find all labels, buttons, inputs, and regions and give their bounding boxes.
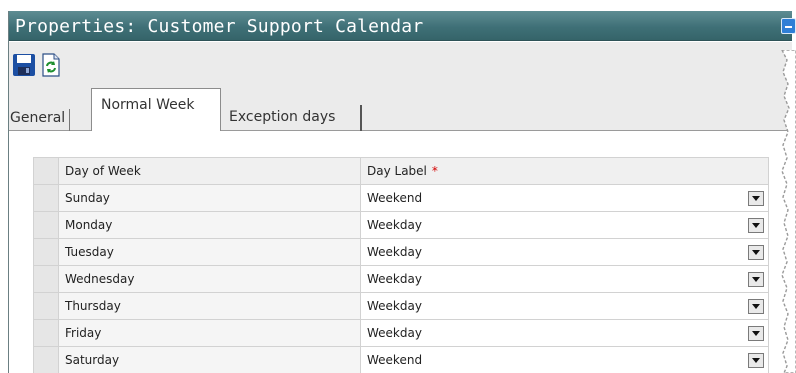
save-button[interactable] bbox=[11, 52, 37, 78]
day-label-select[interactable]: Weekday bbox=[360, 319, 769, 347]
tab-strip: General Normal Week Exception days bbox=[6, 81, 792, 132]
toolbar bbox=[9, 42, 792, 81]
table-row: Monday Weekday bbox=[33, 211, 769, 239]
column-header-day-of-week: Day of Week bbox=[58, 157, 361, 185]
dropdown-arrow-icon[interactable] bbox=[748, 325, 764, 341]
day-label-value: Weekend bbox=[367, 353, 423, 367]
day-label-value: Weekend bbox=[367, 191, 423, 205]
dropdown-arrow-icon[interactable] bbox=[748, 244, 764, 260]
dropdown-arrow-icon[interactable] bbox=[748, 217, 764, 233]
day-label-select[interactable]: Weekday bbox=[360, 292, 769, 320]
day-label-select[interactable]: Weekday bbox=[360, 211, 769, 239]
properties-window: Properties: Customer Support Calendar Ge… bbox=[6, 11, 796, 373]
table-row: Wednesday Weekday bbox=[33, 265, 769, 293]
row-selector[interactable] bbox=[33, 346, 59, 373]
floppy-disk-icon bbox=[13, 54, 35, 76]
day-label-value: Weekday bbox=[367, 299, 422, 313]
row-selector[interactable] bbox=[33, 265, 59, 293]
day-cell: Friday bbox=[58, 319, 361, 347]
day-label-select[interactable]: Weekend bbox=[360, 184, 769, 212]
day-label-value: Weekday bbox=[367, 326, 422, 340]
day-cell: Thursday bbox=[58, 292, 361, 320]
tab-exception-days[interactable]: Exception days bbox=[223, 105, 362, 131]
row-selector[interactable] bbox=[33, 319, 59, 347]
table-row: Saturday Weekend bbox=[33, 346, 769, 373]
row-selector[interactable] bbox=[33, 211, 59, 239]
column-header-day-label: Day Label * bbox=[360, 157, 769, 185]
day-cell: Wednesday bbox=[58, 265, 361, 293]
day-cell: Tuesday bbox=[58, 238, 361, 266]
refresh-button[interactable] bbox=[38, 52, 64, 78]
day-cell: Monday bbox=[58, 211, 361, 239]
day-label-table: Day of Week Day Label * Sunday Weekend Mo… bbox=[33, 157, 769, 373]
row-selector[interactable] bbox=[33, 238, 59, 266]
minimize-icon[interactable] bbox=[781, 18, 796, 34]
day-label-value: Weekday bbox=[367, 218, 422, 232]
row-selector[interactable] bbox=[33, 184, 59, 212]
day-label-select[interactable]: Weekend bbox=[360, 346, 769, 373]
table-row: Tuesday Weekday bbox=[33, 238, 769, 266]
dropdown-arrow-icon[interactable] bbox=[748, 352, 764, 368]
refresh-icon bbox=[42, 53, 60, 77]
table-row: Thursday Weekday bbox=[33, 292, 769, 320]
required-marker: * bbox=[431, 164, 438, 178]
dropdown-arrow-icon[interactable] bbox=[748, 271, 764, 287]
table-header-row: Day of Week Day Label * bbox=[33, 157, 769, 185]
title-bar: Properties: Customer Support Calendar bbox=[9, 11, 796, 41]
day-label-value: Weekday bbox=[367, 272, 422, 286]
day-cell: Sunday bbox=[58, 184, 361, 212]
tab-normal-week[interactable]: Normal Week bbox=[91, 88, 221, 132]
normal-week-panel: Day of Week Day Label * Sunday Weekend Mo… bbox=[9, 131, 792, 373]
day-label-select[interactable]: Weekday bbox=[360, 265, 769, 293]
table-row: Friday Weekday bbox=[33, 319, 769, 347]
torn-edge bbox=[781, 50, 796, 373]
dropdown-arrow-icon[interactable] bbox=[748, 190, 764, 206]
dropdown-arrow-icon[interactable] bbox=[748, 298, 764, 314]
table-row: Sunday Weekend bbox=[33, 184, 769, 212]
day-label-value: Weekday bbox=[367, 245, 422, 259]
row-selector[interactable] bbox=[33, 292, 59, 320]
window-title: Properties: Customer Support Calendar bbox=[15, 16, 424, 37]
day-cell: Saturday bbox=[58, 346, 361, 373]
header-selector-cell bbox=[33, 157, 59, 185]
tab-general[interactable]: General bbox=[6, 109, 71, 131]
day-label-select[interactable]: Weekday bbox=[360, 238, 769, 266]
